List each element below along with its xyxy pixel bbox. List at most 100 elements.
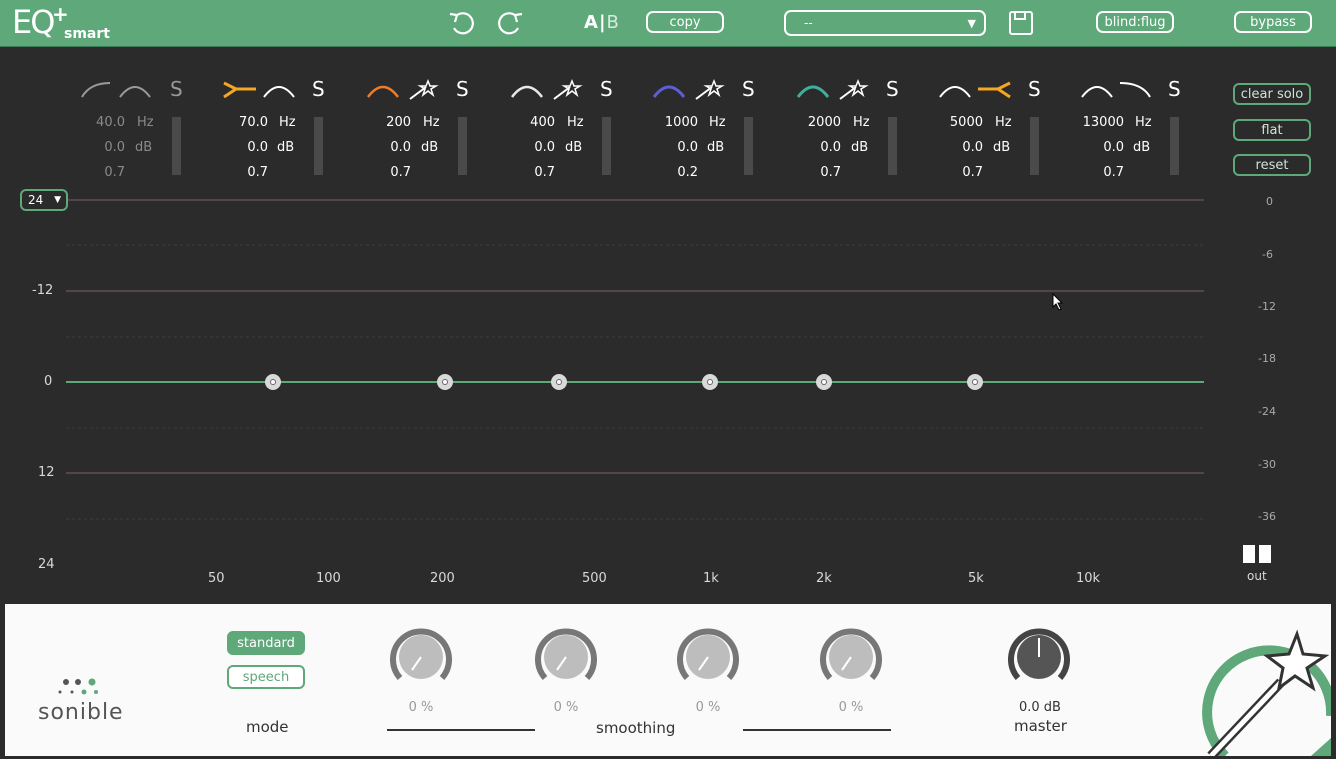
- band-1: S 40.0 Hz 0.0 dB 0.7: [80, 77, 200, 187]
- band-6-q[interactable]: 0.7: [781, 165, 841, 180]
- reset-button[interactable]: reset: [1233, 154, 1311, 176]
- band-7-q[interactable]: 0.7: [923, 165, 983, 180]
- meter-axis-label: -24: [1258, 405, 1276, 418]
- ab-separator: |: [598, 12, 607, 33]
- band-6-freq[interactable]: 2000: [781, 115, 841, 130]
- band-3-q[interactable]: 0.7: [351, 165, 411, 180]
- band-7-gain-unit: dB: [993, 140, 1011, 155]
- gain-axis-label: -12: [32, 283, 54, 298]
- band-2-shape-icon[interactable]: [222, 77, 302, 105]
- band-1-gain[interactable]: 0.0: [65, 140, 125, 155]
- band-2-freq-unit: Hz: [279, 115, 296, 130]
- band-5: S 1000 Hz 0.0 dB 0.2: [652, 77, 772, 187]
- blind-flug-button[interactable]: blind:flug: [1096, 11, 1174, 33]
- band-6-gain[interactable]: 0.0: [781, 140, 841, 155]
- band-4-node[interactable]: [551, 374, 567, 390]
- mode-standard-button[interactable]: standard: [227, 631, 305, 655]
- band-8: S 13000 Hz 0.0 dB 0.7: [1080, 77, 1200, 187]
- smoothing-4-value: 0 %: [838, 700, 864, 715]
- band-5-freq[interactable]: 1000: [638, 115, 698, 130]
- band-7-node[interactable]: [967, 374, 983, 390]
- band-4-shape-icon[interactable]: [510, 77, 590, 105]
- freq-axis-label: 200: [430, 571, 455, 586]
- band-6-shape-icon[interactable]: [796, 77, 876, 105]
- clear-solo-button[interactable]: clear solo: [1233, 83, 1311, 105]
- band-8-freq[interactable]: 13000: [1064, 115, 1124, 130]
- band-5-shape-icon[interactable]: [652, 77, 732, 105]
- band-1-q[interactable]: 0.7: [65, 165, 125, 180]
- save-icon[interactable]: [1008, 10, 1034, 40]
- highcut-shape-icon[interactable]: [1080, 77, 1160, 105]
- band-8-gain[interactable]: 0.0: [1064, 140, 1124, 155]
- range-select[interactable]: 24 ▼: [20, 189, 68, 211]
- smart-wand-icon[interactable]: [1185, 626, 1331, 756]
- ab-b-label[interactable]: B: [607, 12, 620, 33]
- band-7: S 5000 Hz 0.0 dB 0.7: [938, 77, 1058, 187]
- band-6-node[interactable]: [816, 374, 832, 390]
- mode-speech-button[interactable]: speech: [227, 665, 305, 689]
- band-3-shape-icon[interactable]: [366, 77, 446, 105]
- band-3-solo-button[interactable]: S: [456, 77, 469, 101]
- band-1-freq[interactable]: 40.0: [65, 115, 125, 130]
- band-8-q[interactable]: 0.7: [1064, 165, 1124, 180]
- band-5-q[interactable]: 0.2: [638, 165, 698, 180]
- freq-axis-label: 2k: [816, 571, 832, 586]
- meter-axis-label: -12: [1258, 300, 1276, 313]
- undo-icon[interactable]: [448, 10, 478, 40]
- bypass-button[interactable]: bypass: [1234, 11, 1312, 33]
- lowcut-shape-icon[interactable]: [80, 77, 160, 105]
- smoothing-knob-4[interactable]: [818, 624, 884, 690]
- band-5-solo-button[interactable]: S: [742, 77, 755, 101]
- band-6-meter: [888, 117, 897, 175]
- band-6-solo-button[interactable]: S: [886, 77, 899, 101]
- band-7-freq[interactable]: 5000: [923, 115, 983, 130]
- smoothing-knob-2[interactable]: [533, 624, 599, 690]
- band-4-meter: [602, 117, 611, 175]
- band-3-freq-unit: Hz: [423, 115, 440, 130]
- ab-toggle[interactable]: A|B: [584, 12, 620, 33]
- band-7-meter: [1030, 117, 1039, 175]
- eq-display[interactable]: S 40.0 Hz 0.0 dB 0.7 S 70.0 Hz 0.0 dB 0.7 S …: [0, 47, 1336, 603]
- band-7-shape-icon[interactable]: [938, 77, 1018, 105]
- band-8-solo-button[interactable]: S: [1168, 77, 1181, 101]
- smoothing-knob-1[interactable]: [388, 624, 454, 690]
- band-6: S 2000 Hz 0.0 dB 0.7: [796, 77, 916, 187]
- master-value: 0.0 dB: [1019, 700, 1061, 715]
- top-toolbar: EQ + smart A|B copy -- ▼ blind:flug bypa…: [0, 0, 1336, 47]
- smoothing-knob-3[interactable]: [675, 624, 741, 690]
- band-2-freq[interactable]: 70.0: [208, 115, 268, 130]
- band-5-freq-unit: Hz: [709, 115, 726, 130]
- band-4-solo-button[interactable]: S: [600, 77, 613, 101]
- band-2-gain[interactable]: 0.0: [208, 140, 268, 155]
- band-2-q[interactable]: 0.7: [208, 165, 268, 180]
- master-knob[interactable]: [1006, 624, 1072, 690]
- band-2-solo-button[interactable]: S: [312, 77, 325, 101]
- band-1-meter: [172, 117, 181, 175]
- band-3-freq[interactable]: 200: [351, 115, 411, 130]
- band-7-gain[interactable]: 0.0: [923, 140, 983, 155]
- band-3-gain[interactable]: 0.0: [351, 140, 411, 155]
- flat-button[interactable]: flat: [1233, 119, 1311, 141]
- eq-smart-logo: EQ + smart: [12, 2, 122, 44]
- copy-button[interactable]: copy: [646, 11, 724, 33]
- band-4-q[interactable]: 0.7: [495, 165, 555, 180]
- band-4-freq[interactable]: 400: [495, 115, 555, 130]
- band-3-gain-unit: dB: [421, 140, 439, 155]
- band-3-node[interactable]: [437, 374, 453, 390]
- ab-a-label[interactable]: A: [584, 12, 599, 33]
- band-1-solo-button[interactable]: S: [170, 77, 183, 101]
- logo-plus: +: [52, 2, 69, 26]
- band-4-freq-unit: Hz: [567, 115, 584, 130]
- freq-axis-label: 1k: [703, 571, 719, 586]
- mouse-cursor-icon: [1052, 293, 1064, 311]
- preset-dropdown[interactable]: -- ▼: [784, 10, 986, 36]
- band-4-gain[interactable]: 0.0: [495, 140, 555, 155]
- band-1-gain-unit: dB: [135, 140, 153, 155]
- band-8-gain-unit: dB: [1133, 140, 1151, 155]
- band-2-node[interactable]: [265, 374, 281, 390]
- band-7-solo-button[interactable]: S: [1028, 77, 1041, 101]
- band-5-gain[interactable]: 0.0: [638, 140, 698, 155]
- redo-icon[interactable]: [494, 10, 524, 40]
- band-5-node[interactable]: [702, 374, 718, 390]
- logo-smart-text: smart: [64, 26, 110, 42]
